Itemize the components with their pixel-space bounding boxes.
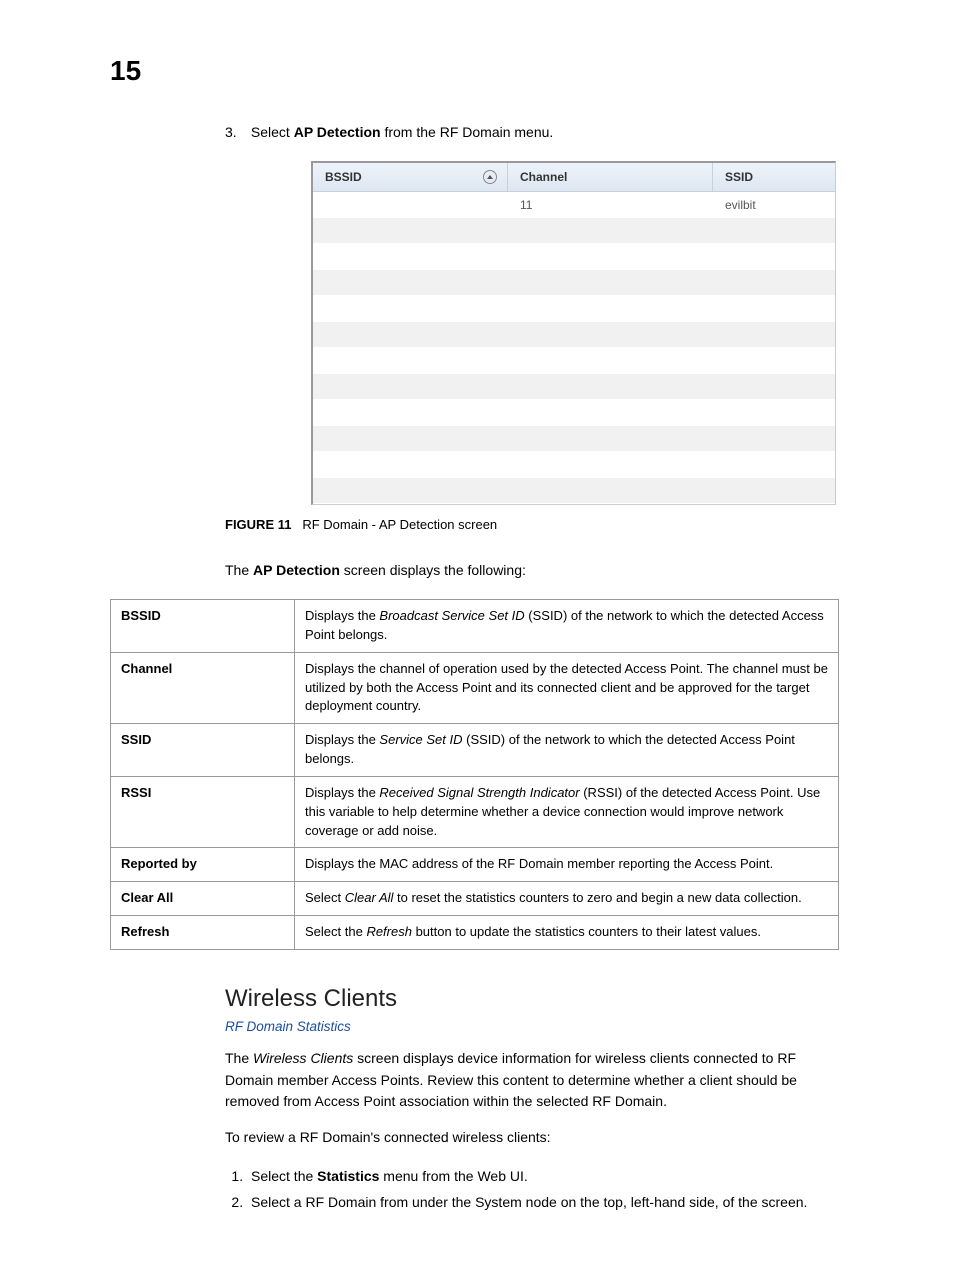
table-row[interactable] — [313, 322, 835, 348]
desc-row: SSIDDisplays the Service Set ID (SSID) o… — [111, 724, 839, 777]
desc-key: RSSI — [111, 776, 295, 848]
desc-value: Displays the channel of operation used b… — [295, 652, 839, 724]
table-row[interactable] — [313, 478, 835, 504]
desc-row: Reported byDisplays the MAC address of t… — [111, 848, 839, 882]
sort-asc-icon[interactable] — [483, 170, 497, 184]
table-row[interactable] — [313, 270, 835, 296]
field-description-table: BSSIDDisplays the Broadcast Service Set … — [110, 599, 839, 950]
breadcrumb-link[interactable]: RF Domain Statistics — [225, 1019, 839, 1034]
table-row[interactable]: 11evilbit — [313, 192, 835, 218]
table-row[interactable] — [313, 296, 835, 322]
desc-value: Displays the MAC address of the RF Domai… — [295, 848, 839, 882]
wc-para-pre: The — [225, 1050, 253, 1066]
step-text-pre: Select — [251, 124, 294, 140]
cell-channel: 11 — [508, 198, 713, 212]
figure-caption: FIGURE 11 RF Domain - AP Detection scree… — [225, 517, 839, 532]
lead-bold: AP Detection — [253, 562, 340, 578]
desc-key: Clear All — [111, 882, 295, 916]
figure-screenshot: BSSID Channel SSID 11evilbit — [311, 161, 836, 505]
desc-row: Clear AllSelect Clear All to reset the s… — [111, 882, 839, 916]
col-header-ssid[interactable]: SSID — [713, 163, 835, 191]
desc-row: ChannelDisplays the channel of operation… — [111, 652, 839, 724]
col-header-bssid[interactable]: BSSID — [313, 163, 508, 191]
desc-value: Select the Refresh button to update the … — [295, 916, 839, 950]
col-header-channel[interactable]: Channel — [508, 163, 713, 191]
wc-steps-list: Select the Statistics menu from the Web … — [225, 1163, 839, 1216]
section-heading: Wireless Clients — [225, 985, 839, 1013]
table-row[interactable] — [313, 400, 835, 426]
col-header-bssid-label: BSSID — [325, 170, 362, 184]
table-row[interactable] — [313, 426, 835, 452]
list-item: Select the Statistics menu from the Web … — [247, 1163, 839, 1190]
table-row[interactable] — [313, 348, 835, 374]
table-row[interactable] — [313, 244, 835, 270]
step-text-bold: AP Detection — [294, 124, 381, 140]
desc-value: Select Clear All to reset the statistics… — [295, 882, 839, 916]
table-row[interactable] — [313, 218, 835, 244]
lead-sentence: The AP Detection screen displays the fol… — [225, 560, 839, 581]
table-row[interactable] — [313, 374, 835, 400]
desc-key: SSID — [111, 724, 295, 777]
figure-label: FIGURE 11 — [225, 517, 291, 532]
wc-para-ital: Wireless Clients — [253, 1050, 353, 1066]
lead-post: screen displays the following: — [340, 562, 526, 578]
desc-key: Channel — [111, 652, 295, 724]
lead-pre: The — [225, 562, 253, 578]
step-number: 3. — [225, 122, 247, 143]
desc-value: Displays the Service Set ID (SSID) of th… — [295, 724, 839, 777]
list-item: Select a RF Domain from under the System… — [247, 1189, 839, 1216]
desc-row: RSSIDisplays the Received Signal Strengt… — [111, 776, 839, 848]
step-text-post: from the RF Domain menu. — [381, 124, 554, 140]
desc-row: RefreshSelect the Refresh button to upda… — [111, 916, 839, 950]
desc-row: BSSIDDisplays the Broadcast Service Set … — [111, 600, 839, 653]
desc-key: Refresh — [111, 916, 295, 950]
cell-ssid: evilbit — [713, 198, 835, 212]
desc-value: Displays the Received Signal Strength In… — [295, 776, 839, 848]
wireless-clients-paragraph: The Wireless Clients screen displays dev… — [225, 1048, 839, 1113]
wc-intro: To review a RF Domain's connected wirele… — [225, 1127, 839, 1149]
desc-value: Displays the Broadcast Service Set ID (S… — [295, 600, 839, 653]
figure-caption-text: RF Domain - AP Detection screen — [302, 517, 497, 532]
table-row[interactable] — [313, 452, 835, 478]
desc-key: Reported by — [111, 848, 295, 882]
page-number: 15 — [110, 55, 839, 87]
instruction-step-3: 3. Select AP Detection from the RF Domai… — [225, 122, 839, 143]
desc-key: BSSID — [111, 600, 295, 653]
